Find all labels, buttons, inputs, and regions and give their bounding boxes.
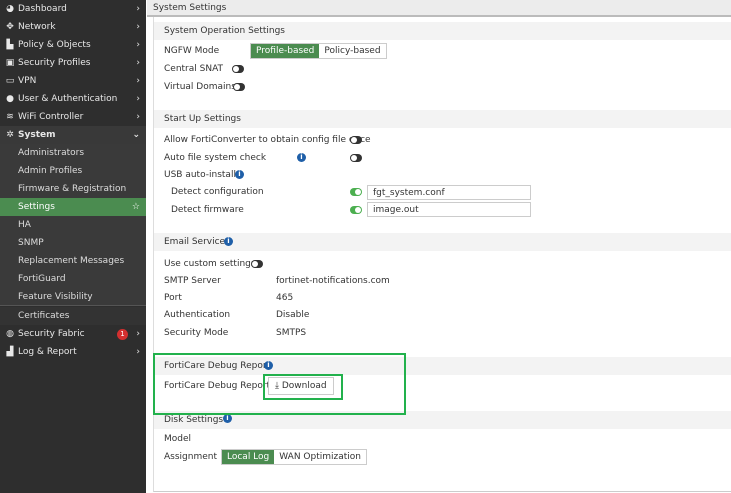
nav-vpn[interactable]: ▭ VPN ›	[0, 72, 146, 90]
sidebar: ◕ Dashboard › ✥ Network › ▙ Policy & Objects ›…	[0, 0, 146, 493]
security-mode-value: SMTPS	[276, 328, 307, 338]
detect-config-toggle[interactable]	[350, 188, 362, 196]
assignment-wan-optimization[interactable]: WAN Optimization	[274, 450, 366, 464]
model-label: Model	[164, 434, 192, 444]
smtp-server-label: SMTP Server	[164, 276, 221, 286]
info-icon[interactable]: i	[224, 237, 233, 246]
nav-certificates[interactable]: Certificates	[0, 307, 146, 325]
notification-badge: 1	[117, 329, 128, 340]
virtual-domains-toggle[interactable]	[233, 83, 245, 91]
star-icon[interactable]: ☆	[132, 198, 140, 216]
detect-config-label: Detect configuration	[171, 187, 264, 197]
assignment-local-log[interactable]: Local Log	[222, 450, 275, 464]
info-icon[interactable]: i	[235, 170, 244, 179]
nav-fortiguard[interactable]: FortiGuard	[0, 270, 146, 288]
lock-icon: ▣	[5, 58, 15, 68]
central-snat-toggle[interactable]	[232, 65, 244, 73]
dashboard-icon: ◕	[6, 4, 14, 14]
port-value: 465	[276, 293, 294, 303]
chevron-right-icon: ›	[136, 112, 140, 122]
nav-network[interactable]: ✥ Network ›	[0, 18, 146, 36]
nav-administrators[interactable]: Administrators	[0, 144, 146, 162]
ngfw-mode-selector: Profile-based Policy-based	[250, 43, 387, 59]
detect-firmware-toggle[interactable]	[350, 206, 362, 214]
email-title: Email Service	[164, 237, 226, 247]
nav-dashboard[interactable]: ◕ Dashboard ›	[0, 0, 146, 18]
section-email: Email Service	[154, 233, 731, 251]
section-startup: Start Up Settings	[154, 110, 731, 128]
auto-fs-check-toggle[interactable]	[350, 154, 362, 162]
section-system-operation: System Operation Settings	[154, 22, 731, 40]
chevron-right-icon: ›	[136, 22, 140, 32]
detect-firmware-label: Detect firmware	[171, 205, 244, 215]
ngfw-profile-based[interactable]: Profile-based	[251, 44, 320, 58]
page-title: System Settings	[147, 0, 731, 17]
nav-log-report[interactable]: ▟ Log & Report ›	[0, 343, 146, 361]
nav-security-fabric[interactable]: ◍ Security Fabric 1 ›	[0, 325, 146, 343]
nav-firmware[interactable]: Firmware & Registration	[0, 180, 146, 198]
ngfw-policy-based[interactable]: Policy-based	[319, 44, 385, 58]
fabric-icon: ◍	[6, 329, 14, 339]
nav-feature-visibility[interactable]: Feature Visibility	[0, 288, 146, 306]
authentication-label: Authentication	[164, 310, 231, 320]
assignment-label: Assignment	[164, 452, 217, 462]
detect-config-input[interactable]	[367, 185, 531, 200]
chevron-right-icon: ›	[136, 4, 140, 14]
policy-icon: ▙	[6, 40, 14, 50]
chevron-right-icon: ›	[136, 329, 140, 339]
ngfw-mode-label: NGFW Mode	[164, 46, 220, 56]
forticonverter-toggle[interactable]	[350, 136, 362, 144]
nav-security-profiles[interactable]: ▣ Security Profiles ›	[0, 54, 146, 72]
info-icon[interactable]: i	[223, 414, 232, 423]
chart-icon: ▟	[6, 347, 14, 357]
nav-snmp[interactable]: SNMP	[0, 234, 146, 252]
usb-auto-install-label: USB auto-install	[164, 170, 236, 180]
custom-settings-toggle[interactable]	[251, 260, 263, 268]
gear-icon: ✲	[6, 130, 14, 140]
chevron-right-icon: ›	[136, 347, 140, 357]
security-mode-label: Security Mode	[164, 328, 229, 338]
wifi-icon: ≋	[6, 112, 14, 122]
virtual-domains-label: Virtual Domains	[164, 82, 236, 92]
nav-policy-objects[interactable]: ▙ Policy & Objects ›	[0, 36, 146, 54]
detect-firmware-input[interactable]	[367, 202, 531, 217]
port-label: Port	[164, 293, 182, 303]
info-icon[interactable]: i	[297, 153, 306, 162]
custom-settings-label: Use custom settings	[164, 259, 256, 269]
nav-wifi-controller[interactable]: ≋ WiFi Controller ›	[0, 108, 146, 126]
assignment-selector: Local Log WAN Optimization	[221, 449, 367, 465]
chevron-right-icon: ›	[136, 40, 140, 50]
nav-user-auth[interactable]: ● User & Authentication ›	[0, 90, 146, 108]
auto-fs-check-label: Auto file system check	[164, 153, 267, 163]
smtp-server-value: fortinet-notifications.com	[276, 276, 390, 286]
chevron-right-icon: ›	[136, 94, 140, 104]
nav-admin-profiles[interactable]: Admin Profiles	[0, 162, 146, 180]
nav-settings[interactable]: Settings ☆	[0, 198, 146, 216]
highlight-box	[263, 374, 343, 400]
disk-title: Disk Settings	[164, 415, 224, 425]
chevron-right-icon: ›	[136, 76, 140, 86]
forticonverter-label: Allow FortiConverter to obtain config fi…	[164, 135, 371, 145]
network-icon: ✥	[6, 22, 14, 32]
chevron-right-icon: ›	[136, 58, 140, 68]
user-icon: ●	[6, 94, 14, 104]
chevron-down-icon: ⌄	[132, 130, 140, 140]
authentication-value: Disable	[276, 310, 310, 320]
laptop-icon: ▭	[5, 76, 15, 86]
central-snat-label: Central SNAT	[164, 64, 224, 74]
nav-replacement-messages[interactable]: Replacement Messages	[0, 252, 146, 270]
nav-ha[interactable]: HA	[0, 216, 146, 234]
nav-system[interactable]: ✲ System ⌄	[0, 126, 146, 144]
